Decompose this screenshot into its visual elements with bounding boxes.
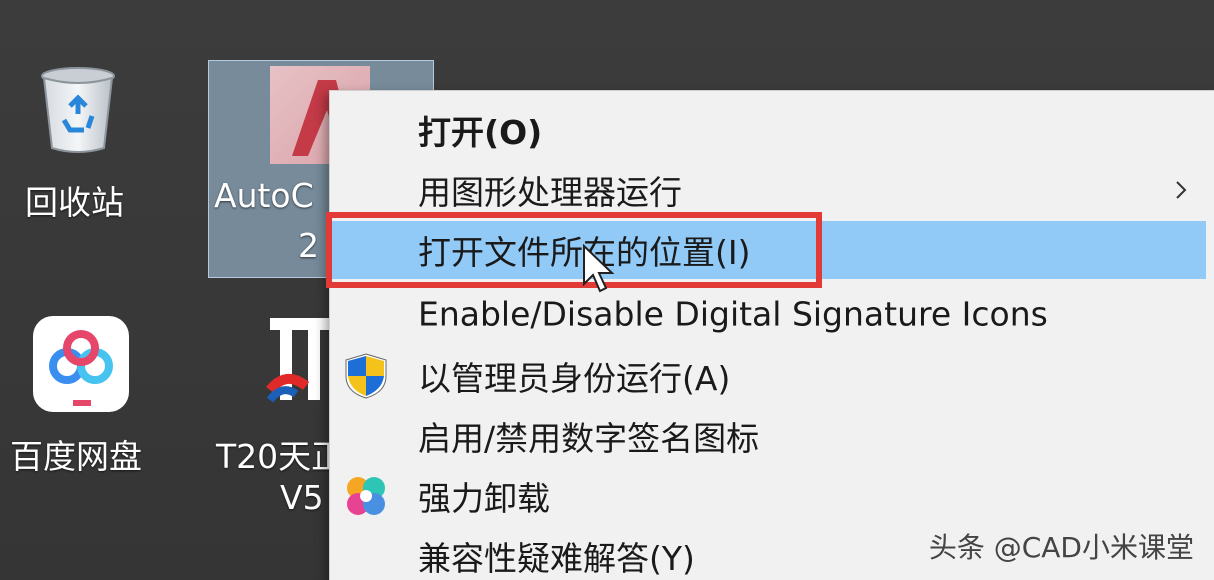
- recycle-bin-icon: [41, 67, 115, 153]
- autocad-label-line1: AutoC: [214, 176, 314, 215]
- menu-item-label: 兼容性疑难解答(Y): [418, 539, 695, 578]
- menu-item-run-with-gpu[interactable]: 用图形处理器运行: [330, 161, 1206, 219]
- annotation-highlight-box: [326, 212, 822, 288]
- menu-item-open[interactable]: 打开(O): [330, 101, 1206, 159]
- t20-label-line2: V5: [280, 478, 324, 517]
- menu-item-label: 打开(O): [418, 113, 543, 152]
- menu-item-label: 以管理员身份运行(A): [418, 359, 731, 398]
- chevron-right-icon: [1176, 181, 1187, 199]
- uninstall-clover-icon: [347, 477, 385, 515]
- uac-shield-icon: [345, 353, 387, 399]
- t20-label-line1: T20天正: [216, 437, 345, 476]
- baidu-netdisk-label: 百度网盘: [10, 437, 142, 476]
- menu-item-toggle-signature-icons-en[interactable]: Enable/Disable Digital Signature Icons: [330, 285, 1206, 343]
- menu-item-label: Enable/Disable Digital Signature Icons: [418, 294, 1048, 334]
- menu-item-toggle-signature-icons-zh[interactable]: 启用/禁用数字签名图标: [330, 407, 1206, 465]
- watermark: 头条 @CAD小米课堂: [928, 531, 1194, 564]
- menu-item-label: 强力卸载: [418, 479, 550, 518]
- menu-item-force-uninstall[interactable]: 强力卸载: [330, 467, 1206, 525]
- mouse-cursor-icon: [583, 244, 615, 293]
- menu-item-label: 启用/禁用数字签名图标: [418, 419, 760, 458]
- context-menu: 打开(O) 用图形处理器运行 打开文件所在的位置(I) Enable/Disab…: [329, 90, 1214, 580]
- autocad-label-line2: 2: [298, 226, 319, 265]
- menu-item-label: 用图形处理器运行: [418, 173, 682, 212]
- recycle-bin-label: 回收站: [25, 183, 124, 222]
- menu-item-run-as-admin[interactable]: 以管理员身份运行(A): [330, 347, 1206, 405]
- baidu-netdisk-icon: [33, 316, 129, 412]
